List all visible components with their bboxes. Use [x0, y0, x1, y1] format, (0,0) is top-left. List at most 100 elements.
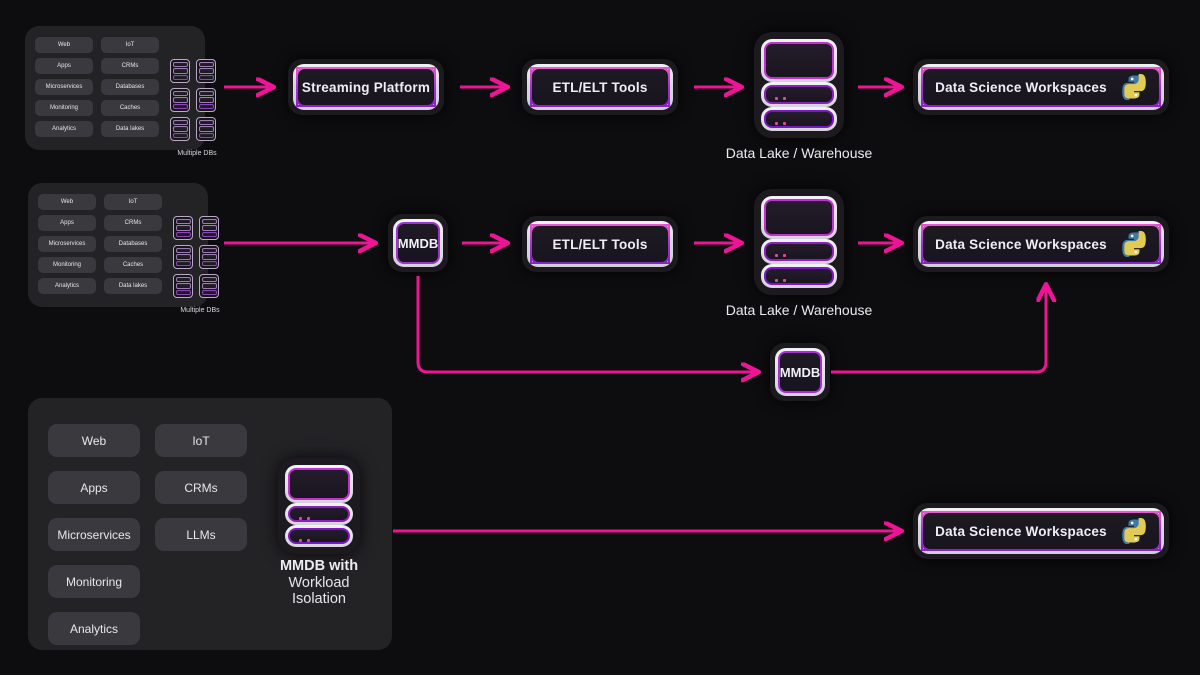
mini-database-icon: [199, 245, 219, 269]
chip-column-right: IoT CRMs Databases Caches Data lakes: [101, 37, 159, 137]
source-chip-grid-row3: Web Apps Microservices Monitoring Analytics …: [48, 424, 247, 645]
python-icon: [1121, 518, 1147, 544]
mini-database-icon: [170, 59, 190, 83]
caption-line-3: Isolation: [291, 591, 346, 607]
caption-data-lake-warehouse-1: Data Lake / Warehouse: [725, 145, 873, 161]
mmdb-inner: MMDB: [396, 222, 440, 264]
pill-frame: ETL/ELT Tools: [527, 221, 673, 267]
wire-mmdb-down-to-bypass: [416, 276, 757, 372]
pill-frame: Streaming Platform: [293, 64, 439, 110]
source-chip-microservices[interactable]: Microservices: [35, 79, 93, 95]
source-panel-row1: Web Apps Microservices Monitoring Analytics …: [25, 26, 217, 157]
pill-frame: Data Science Workspaces: [918, 221, 1164, 267]
source-chip-grid-row2: Web Apps Microservices Monitoring Analytics …: [38, 194, 162, 294]
pill-inner: ETL/ELT Tools: [530, 224, 670, 264]
source-chip-analytics[interactable]: Analytics: [35, 121, 93, 137]
caption-mmdb-workload-isolation: MMDB with Workload Isolation: [263, 558, 375, 608]
node-etl-elt-tools-1[interactable]: ETL/ELT Tools: [522, 59, 678, 115]
pill-inner: Data Science Workspaces: [921, 224, 1161, 264]
mini-database-icon: [199, 274, 219, 298]
source-chip-crms[interactable]: CRMs: [155, 471, 247, 504]
chip-column-left: Web Apps Microservices Monitoring Analytics: [35, 37, 93, 137]
node-mmdb-primary[interactable]: MMDB: [388, 214, 448, 272]
source-chip-monitoring[interactable]: Monitoring: [48, 565, 140, 598]
mini-database-icon: [199, 216, 219, 240]
db-band-top: [761, 196, 837, 239]
source-chip-apps[interactable]: Apps: [48, 471, 140, 504]
multiple-dbs-grid-row1: [170, 59, 216, 141]
node-data-science-workspaces-2[interactable]: Data Science Workspaces: [913, 216, 1169, 272]
source-chip-crms[interactable]: CRMs: [104, 215, 162, 231]
source-chip-databases[interactable]: Databases: [101, 79, 159, 95]
mini-database-icon: [196, 59, 216, 83]
mini-database-icon: [173, 216, 193, 240]
source-chip-iot[interactable]: IoT: [104, 194, 162, 210]
mini-database-icon: [173, 274, 193, 298]
node-mmdb-workload-isolation[interactable]: [278, 458, 360, 554]
mini-database-icon: [196, 88, 216, 112]
node-label: Data Science Workspaces: [935, 236, 1107, 252]
multiple-dbs-caption-row1: Multiple DBs: [177, 150, 217, 157]
chip-column-left: Web Apps Microservices Monitoring Analytics: [48, 424, 140, 645]
source-panel-row3: Web Apps Microservices Monitoring Analytics …: [28, 398, 392, 650]
node-label: Streaming Platform: [301, 79, 431, 95]
source-chip-llms[interactable]: LLMs: [155, 518, 247, 551]
node-label: Data Science Workspaces: [935, 79, 1107, 95]
source-chip-microservices[interactable]: Microservices: [48, 518, 140, 551]
source-chip-apps[interactable]: Apps: [35, 58, 93, 74]
python-icon: [1121, 231, 1147, 257]
chip-column-right: IoT CRMs LLMs: [155, 424, 247, 645]
db-band-middle: [761, 239, 837, 264]
source-chip-iot[interactable]: IoT: [101, 37, 159, 53]
node-streaming-platform[interactable]: Streaming Platform: [288, 59, 444, 115]
node-label: ETL/ELT Tools: [552, 236, 648, 252]
source-chip-crms[interactable]: CRMs: [101, 58, 159, 74]
node-data-lake-warehouse-1[interactable]: [754, 32, 844, 138]
source-chip-data-lakes[interactable]: Data lakes: [104, 278, 162, 294]
mini-database-icon: [196, 117, 216, 141]
source-chip-web[interactable]: Web: [48, 424, 140, 457]
chip-column-right: IoT CRMs Databases Caches Data lakes: [104, 194, 162, 294]
source-chip-monitoring[interactable]: Monitoring: [35, 100, 93, 116]
node-data-science-workspaces-3[interactable]: Data Science Workspaces: [913, 503, 1169, 559]
node-etl-elt-tools-2[interactable]: ETL/ELT Tools: [522, 216, 678, 272]
db-band-bottom: [285, 524, 353, 547]
multiple-dbs-grid-row2: [173, 216, 219, 298]
source-chip-web[interactable]: Web: [38, 194, 96, 210]
pill-inner: Data Science Workspaces: [921, 511, 1161, 551]
mmdb-frame: MMDB: [393, 219, 443, 267]
python-icon: [1121, 74, 1147, 100]
chip-column-left: Web Apps Microservices Monitoring Analytics: [38, 194, 96, 294]
node-label: ETL/ELT Tools: [552, 79, 648, 95]
source-chip-analytics[interactable]: Analytics: [38, 278, 96, 294]
source-chip-microservices[interactable]: Microservices: [38, 236, 96, 252]
db-band-bottom: [761, 106, 837, 131]
source-chip-apps[interactable]: Apps: [38, 215, 96, 231]
source-chip-web[interactable]: Web: [35, 37, 93, 53]
pill-inner: Streaming Platform: [296, 67, 436, 107]
source-chip-monitoring[interactable]: Monitoring: [38, 257, 96, 273]
node-label: MMDB: [779, 364, 821, 380]
caption-data-lake-warehouse-2: Data Lake / Warehouse: [725, 302, 873, 318]
source-chip-data-lakes[interactable]: Data lakes: [101, 121, 159, 137]
source-chip-analytics[interactable]: Analytics: [48, 612, 140, 645]
node-data-science-workspaces-1[interactable]: Data Science Workspaces: [913, 59, 1169, 115]
pill-frame: ETL/ELT Tools: [527, 64, 673, 110]
source-chip-iot[interactable]: IoT: [155, 424, 247, 457]
node-mmdb-bypass[interactable]: MMDB: [770, 343, 830, 401]
diagram-canvas: Web Apps Microservices Monitoring Analytics …: [0, 0, 1200, 675]
pill-inner: ETL/ELT Tools: [530, 67, 670, 107]
pill-frame: Data Science Workspaces: [918, 508, 1164, 554]
node-label: MMDB: [397, 235, 439, 251]
pill-frame: Data Science Workspaces: [918, 64, 1164, 110]
pill-inner: Data Science Workspaces: [921, 67, 1161, 107]
mini-database-icon: [170, 88, 190, 112]
node-data-lake-warehouse-2[interactable]: [754, 189, 844, 295]
source-chip-caches[interactable]: Caches: [101, 100, 159, 116]
db-band-middle: [761, 82, 837, 107]
db-band-bottom: [761, 263, 837, 288]
source-chip-databases[interactable]: Databases: [104, 236, 162, 252]
source-chip-caches[interactable]: Caches: [104, 257, 162, 273]
db-band-top: [285, 465, 353, 503]
db-band-middle: [285, 502, 353, 525]
